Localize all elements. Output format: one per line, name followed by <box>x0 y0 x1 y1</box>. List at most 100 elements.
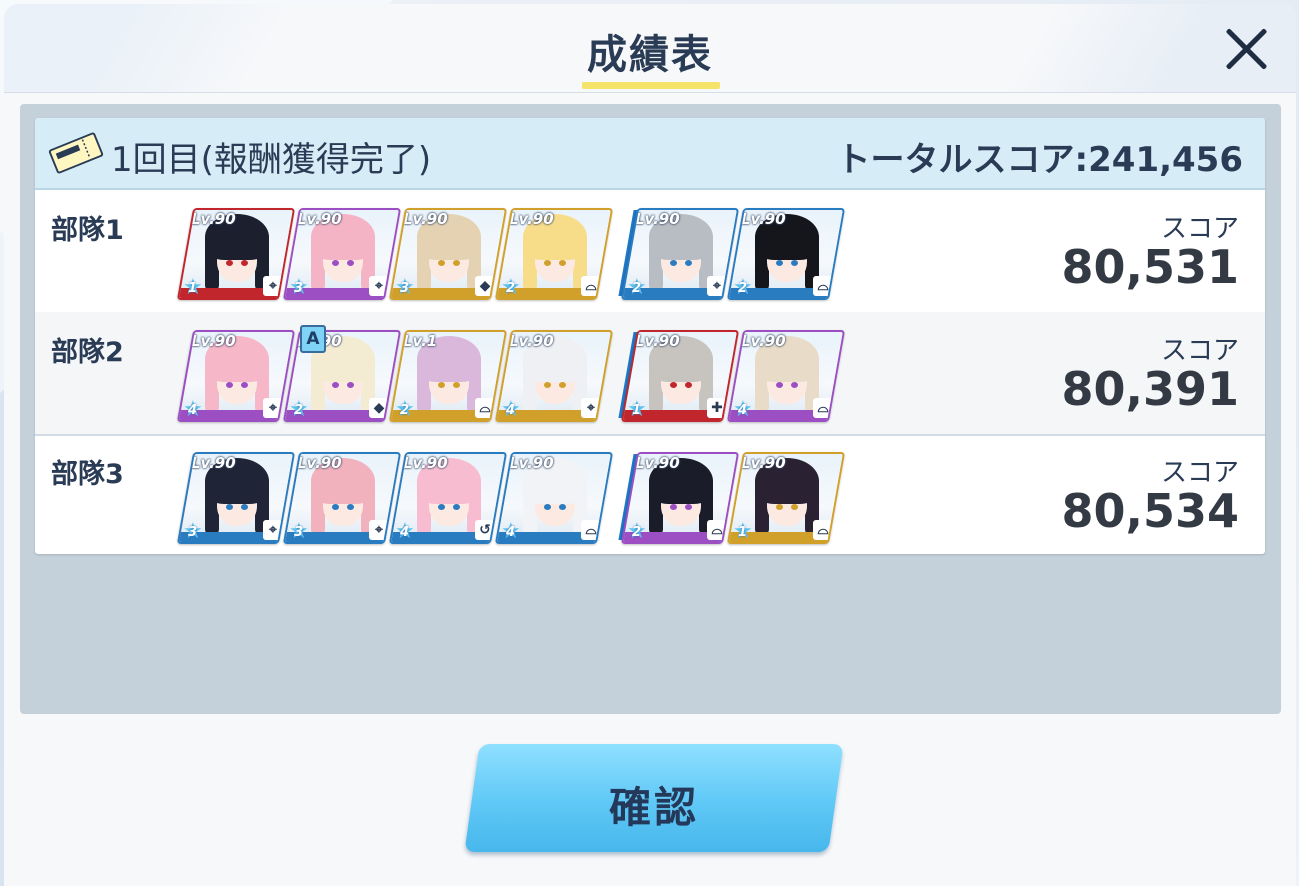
squad-name: 部隊2 <box>51 337 124 368</box>
portrait-eye <box>241 260 248 266</box>
support-icon: ⌓ <box>475 398 495 418</box>
portrait-eye <box>685 260 692 266</box>
support-icon: ⌓ <box>813 398 833 418</box>
student-portrait: Lv.90 ★ 2 ⌖ <box>623 210 739 300</box>
star-count: 3 <box>400 281 410 296</box>
portrait-eye <box>670 382 677 388</box>
confirm-button[interactable]: 確認 <box>464 744 844 856</box>
portrait-eye <box>559 260 566 266</box>
close-icon[interactable] <box>1222 24 1272 74</box>
student-card[interactable]: Lv.90 ★ 4 ⌖ <box>494 330 614 422</box>
star-count: 2 <box>294 403 304 418</box>
student-portrait: Lv.1 ★ 2 ⌓ <box>391 332 507 422</box>
portrait-eye <box>685 382 692 388</box>
star-count: 2 <box>506 281 516 296</box>
result-header: 1回目(報酬獲得完了) トータルスコア:241,456 <box>35 118 1265 190</box>
star-count: 4 <box>506 403 516 418</box>
support-icon: ⌓ <box>813 276 833 296</box>
student-card[interactable]: Lv.90 ★ 2 ⌖ <box>620 208 740 300</box>
student-card[interactable]: Lv.90 ★ 2 ⌓ <box>620 452 740 544</box>
student-portrait: Lv.90 ★ 2 ⌓ <box>729 210 845 300</box>
star-count: 2 <box>738 281 748 296</box>
squad-name: 部隊3 <box>51 459 124 490</box>
squad-name: 部隊1 <box>51 215 124 246</box>
student-card[interactable]: Lv.90 ★ 1 ⌖ <box>176 208 296 300</box>
dialog-header: 成績表 <box>4 4 1296 93</box>
student-portrait: Lv.90 ★ 3 ⌖ <box>285 454 401 544</box>
student-portrait: Lv.90 ★ 3 ◆ <box>391 210 507 300</box>
squad-row: 部隊1 Lv.90 ★ 1 ⌖ Lv.90 ★ 3 ⌖ Lv.90 ★ 3 ◆ Lv.90 ★ 2 ⌓ Lv.90… <box>35 190 1265 314</box>
level-label: Lv.90 <box>403 454 448 472</box>
level-label: Lv.90 <box>403 210 448 228</box>
star-count: 4 <box>738 403 748 418</box>
level-label: Lv.90 <box>635 210 680 228</box>
star-count: 1 <box>632 403 642 418</box>
portrait-eye <box>347 382 354 388</box>
level-label: Lv.90 <box>191 210 236 228</box>
crosshair-icon: ⌖ <box>369 276 389 296</box>
result-card: 1回目(報酬獲得完了) トータルスコア:241,456 部隊1 Lv.90 ★ 1 ⌖ L… <box>35 118 1265 554</box>
portrait-eye <box>453 382 460 388</box>
shield-icon: ◆ <box>369 398 389 418</box>
crosshair-icon: ⌖ <box>263 276 283 296</box>
crosshair-icon: ⌖ <box>369 520 389 540</box>
student-card[interactable]: Lv.90 ★ 4 ⌓ <box>494 452 614 544</box>
portrait-eye <box>776 382 783 388</box>
student-card[interactable]: Lv.90 ★ 3 ◆ <box>388 208 508 300</box>
student-card[interactable]: Lv.90 ★ 2 ⌓ <box>494 208 614 300</box>
squad-row: 部隊2Lv.90★4⌖Lv.90★2◆Lv.1★2⌓Lv.90★4⌖Lv.90★… <box>35 312 1265 436</box>
student-portrait: Lv.90 ★ 4 ⌖ <box>497 332 613 422</box>
portrait-eye <box>791 382 798 388</box>
score-value: 80,534 <box>1061 484 1239 538</box>
portrait-eye <box>791 260 798 266</box>
portrait-eye <box>438 260 445 266</box>
student-portrait: Lv.90 ★ 2 ⌓ <box>497 210 613 300</box>
student-card[interactable]: Lv.90 ★ 4 ⌖ <box>176 330 296 422</box>
heal-icon: ✚ <box>707 398 727 418</box>
portrait-eye <box>453 504 460 510</box>
student-card[interactable]: Lv.90 ★ 1 ⌓ <box>726 452 846 544</box>
title-underline <box>582 82 720 89</box>
portrait-eye <box>241 504 248 510</box>
student-card[interactable]: Lv.90 ★ 1 ✚ <box>620 330 740 422</box>
crosshair-icon: ⌖ <box>263 520 283 540</box>
student-portrait: Lv.90 ★ 2 ⌓ <box>623 454 739 544</box>
student-card[interactable]: Lv.90 ★ 3 ⌖ <box>176 452 296 544</box>
student-portrait: Lv.90 ★ 4 ↺ <box>391 454 507 544</box>
student-card[interactable]: Lv.90 ★ 2 ⌓ <box>726 208 846 300</box>
level-label: Lv.90 <box>297 210 342 228</box>
star-count: 4 <box>506 525 516 540</box>
student-card[interactable]: Lv.1 ★ 2 ⌓ <box>388 330 508 422</box>
star-count: 2 <box>632 525 642 540</box>
star-count: 4 <box>188 403 198 418</box>
portrait-eye <box>559 382 566 388</box>
level-label: Lv.90 <box>191 332 236 350</box>
student-card[interactable]: Lv.90 ★ 4 ↺ <box>388 452 508 544</box>
student-portrait: Lv.90 ★ 3 ⌖ <box>285 210 401 300</box>
portrait-eye <box>670 504 677 510</box>
portrait-eye <box>544 504 551 510</box>
portrait-eye <box>776 260 783 266</box>
student-card[interactable]: Lv.90 ★ 3 ⌖ <box>282 208 402 300</box>
level-label: Lv.1 <box>403 332 438 350</box>
student-portrait: Lv.90 ★ 1 ⌖ <box>179 210 295 300</box>
portrait-eye <box>347 260 354 266</box>
level-label: Lv.90 <box>741 332 786 350</box>
support-icon: ⌓ <box>813 520 833 540</box>
student-card[interactable]: Lv.90 ★ 3 ⌖ <box>282 452 402 544</box>
assist-badge: A <box>300 325 326 353</box>
student-portrait: Lv.90 ★ 1 ⌓ <box>729 454 845 544</box>
portrait-eye <box>670 260 677 266</box>
level-label: Lv.90 <box>509 332 554 350</box>
student-card[interactable]: Lv.90 ★ 4 ⌓ <box>726 330 846 422</box>
portrait-eye <box>776 504 783 510</box>
portrait-eye <box>226 504 233 510</box>
portrait-eye <box>226 260 233 266</box>
score-value: 80,391 <box>1061 362 1239 416</box>
dialog-title: 成績表 <box>587 32 713 78</box>
star-count: 2 <box>400 403 410 418</box>
portrait-eye <box>241 382 248 388</box>
support-icon: ⌓ <box>581 276 601 296</box>
shield-icon: ◆ <box>475 276 495 296</box>
star-count: 1 <box>188 281 198 296</box>
